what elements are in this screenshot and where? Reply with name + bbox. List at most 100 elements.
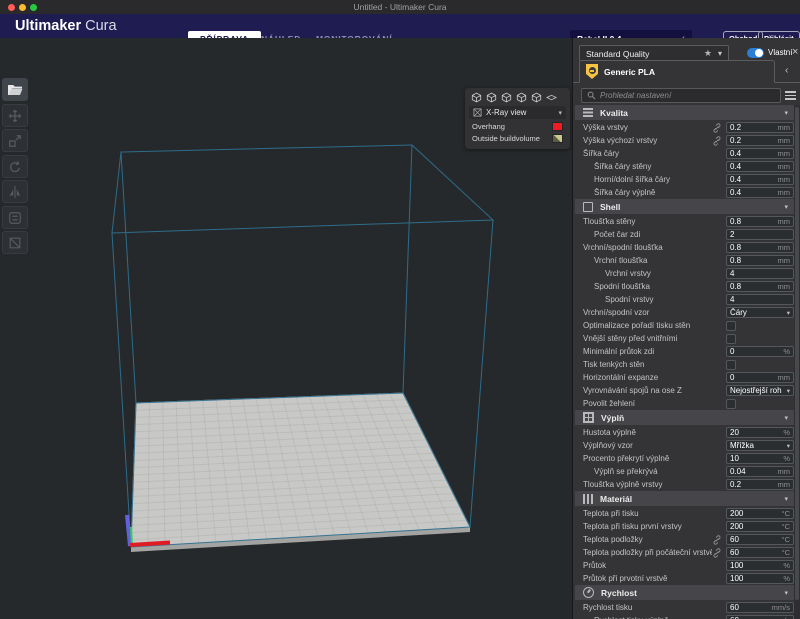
setting-value-field[interactable]: 0.8mm: [726, 281, 794, 292]
scrollbar-thumb[interactable]: [795, 107, 799, 600]
setting-value-field[interactable]: 0.2mm: [726, 479, 794, 490]
setting-value-field[interactable]: 0.4mm: [726, 148, 794, 159]
link-icon: [712, 548, 722, 558]
link-icon: [712, 535, 722, 545]
setting-checkbox[interactable]: [726, 399, 736, 409]
setting-value-field[interactable]: 0%: [726, 346, 794, 357]
setting-unit: mm: [778, 243, 791, 252]
scale-tool-button[interactable]: [2, 129, 28, 152]
setting-row: Tloušťka výplně vrstvy0.2mm: [573, 478, 795, 491]
chevron-down-icon: ▾: [787, 387, 790, 395]
setting-unit: mm: [778, 282, 791, 291]
setting-unit: °C: [782, 548, 790, 557]
view-mode-dropdown[interactable]: X-Ray view ▾: [469, 106, 566, 119]
setting-value-field[interactable]: 60°C: [726, 534, 794, 545]
setting-unit: mm: [778, 162, 791, 171]
material-name: Generic PLA: [604, 67, 655, 77]
settings-section-header[interactable]: Materiál▾: [575, 491, 794, 506]
setting-value-field[interactable]: 2: [726, 229, 794, 240]
setting-unit: °C: [782, 509, 790, 518]
legend-overhang-label: Overhang: [472, 122, 505, 131]
setting-value-field[interactable]: 0.2mm: [726, 122, 794, 133]
setting-value: 0.04: [730, 467, 778, 476]
setting-label: Vrchní/spodní tloušťka: [583, 243, 726, 252]
setting-unit: %: [783, 574, 790, 583]
setting-value-field[interactable]: 0mm: [726, 372, 794, 383]
section-title: Shell: [600, 202, 777, 212]
settings-section-header[interactable]: Výplň▾: [575, 410, 794, 425]
setting-dropdown[interactable]: Čáry▾: [726, 307, 794, 318]
settings-section-header[interactable]: Kvalita▾: [575, 105, 794, 120]
setting-value-field[interactable]: 60mm/s: [726, 602, 794, 613]
view-front-button[interactable]: [486, 92, 497, 103]
setting-value-field[interactable]: 100%: [726, 560, 794, 571]
material-spool-icon: [586, 64, 598, 79]
setting-unit: mm: [778, 217, 791, 226]
setting-dropdown[interactable]: Nejostřejší roh▾: [726, 385, 794, 396]
setting-label: Hustota výplně: [583, 428, 726, 437]
setting-label: Tloušťka stěny: [583, 217, 726, 226]
legend-outside-buildvolume-label: Outside buildvolume: [472, 134, 540, 143]
settings-menu-icon[interactable]: [785, 91, 796, 100]
view-options-panel: X-Ray view ▾ Overhang Outside buildvolum…: [465, 88, 570, 149]
section-title: Výplň: [601, 413, 777, 423]
setting-value-field[interactable]: 0.2mm: [726, 135, 794, 146]
settings-section-header[interactable]: Shell ▾: [575, 199, 794, 214]
setting-dropdown[interactable]: Mřížka▾: [726, 440, 794, 451]
setting-unit: %: [783, 454, 790, 463]
settings-scrollbar[interactable]: [794, 105, 800, 619]
chevron-down-icon: ▾: [784, 203, 788, 211]
setting-value-field[interactable]: 100%: [726, 573, 794, 584]
rotate-tool-button[interactable]: [2, 155, 28, 178]
setting-row: Výplňový vzorMřížka▾: [573, 439, 795, 452]
setting-value-field[interactable]: 200°C: [726, 521, 794, 532]
setting-checkbox[interactable]: [726, 360, 736, 370]
view-left-button[interactable]: [516, 92, 527, 103]
material-extruder-tab[interactable]: Generic PLA: [579, 60, 775, 83]
setting-value-field[interactable]: 0.4mm: [726, 161, 794, 172]
setting-value-field[interactable]: 0.8mm: [726, 216, 794, 227]
support-blocker-button[interactable]: [2, 231, 28, 254]
open-file-button[interactable]: [2, 78, 28, 101]
setting-value-field[interactable]: 60mm/s: [726, 615, 794, 619]
search-input[interactable]: [600, 91, 775, 100]
setting-row: Šířka čáry výplně0.4mm: [573, 186, 795, 199]
move-tool-button[interactable]: [2, 104, 28, 127]
setting-value-field[interactable]: 0.4mm: [726, 174, 794, 185]
setting-value-field[interactable]: 20%: [726, 427, 794, 438]
setting-value-field[interactable]: 4: [726, 268, 794, 279]
setting-value-field[interactable]: 200°C: [726, 508, 794, 519]
setting-value: 0.4: [730, 188, 778, 197]
setting-value-field[interactable]: 0.8mm: [726, 255, 794, 266]
per-model-settings-button[interactable]: [2, 206, 28, 229]
collapse-panel-icon[interactable]: ‹: [785, 65, 788, 76]
setting-value-field[interactable]: 4: [726, 294, 794, 305]
setting-value: 0.2: [730, 136, 778, 145]
setting-unit: mm: [778, 123, 791, 132]
view-right-button[interactable]: [531, 92, 542, 103]
custom-settings-toggle[interactable]: [747, 48, 764, 58]
view-3d-button[interactable]: [471, 92, 482, 103]
close-panel-icon[interactable]: ×: [792, 45, 798, 59]
mirror-tool-button[interactable]: [2, 180, 28, 203]
view-top-button[interactable]: [501, 92, 512, 103]
setting-unit: mm: [778, 175, 791, 184]
setting-row: Výplň se překrývá0.04mm: [573, 465, 795, 478]
setting-value-field[interactable]: 10%: [726, 453, 794, 464]
setting-label: Šířka čáry: [583, 149, 726, 158]
setting-value-field[interactable]: 0.8mm: [726, 242, 794, 253]
view-bottom-button[interactable]: [546, 92, 557, 103]
setting-value-field[interactable]: 0.4mm: [726, 187, 794, 198]
setting-label: Procento překrytí výplně: [583, 454, 726, 463]
3d-viewport[interactable]: X-Ray view ▾ Overhang Outside buildvolum…: [0, 38, 572, 619]
setting-label: Průtok: [583, 561, 726, 570]
setting-checkbox[interactable]: [726, 321, 736, 331]
custom-label: Vlastní: [768, 46, 792, 60]
setting-checkbox[interactable]: [726, 334, 736, 344]
setting-row: Počet čar zdi2: [573, 228, 795, 241]
setting-row: Průtok100%: [573, 559, 795, 572]
setting-value-field[interactable]: 60°C: [726, 547, 794, 558]
settings-section-header[interactable]: Rychlost▾: [575, 585, 794, 600]
setting-value-field[interactable]: 0.04mm: [726, 466, 794, 477]
setting-value: 200: [730, 522, 782, 531]
